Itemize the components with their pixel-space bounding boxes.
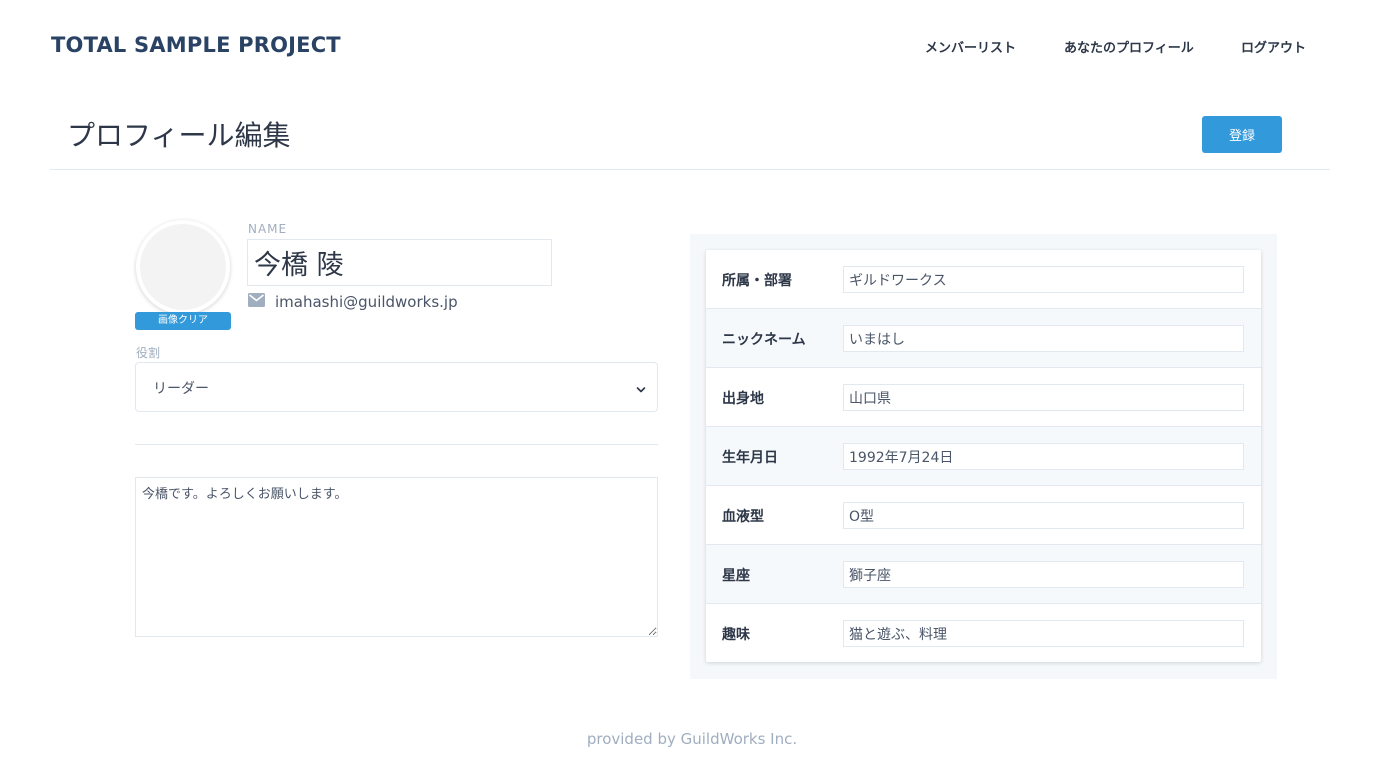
detail-label: 血液型 (722, 509, 764, 525)
zodiac-input[interactable] (843, 561, 1244, 588)
details-card: 所属・部署 ニックネーム 出身地 生年月日 血液型 星座 趣味 (706, 250, 1261, 662)
nickname-input[interactable] (843, 325, 1244, 352)
detail-label: 所属・部署 (722, 273, 792, 289)
app-title: TOTAL SAMPLE PROJECT (51, 33, 341, 57)
mail-icon (248, 292, 265, 307)
role-label: 役割 (136, 346, 161, 360)
bio-textarea[interactable]: 今橋です。よろしくお願いします。 (135, 477, 658, 637)
register-button[interactable]: 登録 (1202, 116, 1282, 153)
department-input[interactable] (843, 266, 1244, 293)
detail-row-nickname: ニックネーム (706, 309, 1261, 368)
detail-label: 出身地 (722, 391, 764, 407)
hometown-input[interactable] (843, 384, 1244, 411)
email-text: imahashi@guildworks.jp (275, 293, 458, 311)
role-select[interactable]: リーダー (135, 362, 658, 412)
detail-row-birthday: 生年月日 (706, 427, 1261, 486)
detail-label: 星座 (722, 568, 750, 584)
detail-row-hobby: 趣味 (706, 604, 1261, 662)
name-label: NAME (248, 222, 288, 236)
detail-row-zodiac: 星座 (706, 545, 1261, 604)
avatar[interactable] (136, 220, 230, 314)
birthday-input[interactable] (843, 443, 1244, 470)
page-title: プロフィール編集 (67, 119, 291, 152)
footer-credit: provided by GuildWorks Inc. (586, 730, 798, 748)
detail-label: 趣味 (722, 627, 750, 643)
blood-type-input[interactable] (843, 502, 1244, 529)
nav-logout[interactable]: ログアウト (1241, 37, 1306, 56)
detail-row-hometown: 出身地 (706, 368, 1261, 427)
detail-row-blood-type: 血液型 (706, 486, 1261, 545)
role-selected-value: リーダー (153, 381, 209, 397)
name-input[interactable] (247, 239, 552, 286)
nav-your-profile[interactable]: あなたのプロフィール (1064, 37, 1194, 56)
detail-row-department: 所属・部署 (706, 250, 1261, 309)
detail-label: ニックネーム (722, 332, 806, 348)
chevron-down-icon (635, 381, 647, 393)
nav-member-list[interactable]: メンバーリスト (925, 37, 1016, 56)
title-divider (50, 169, 1330, 170)
detail-label: 生年月日 (722, 450, 778, 466)
section-divider (135, 444, 658, 445)
clear-image-button[interactable]: 画像クリア (135, 312, 231, 330)
hobby-input[interactable] (843, 620, 1244, 647)
